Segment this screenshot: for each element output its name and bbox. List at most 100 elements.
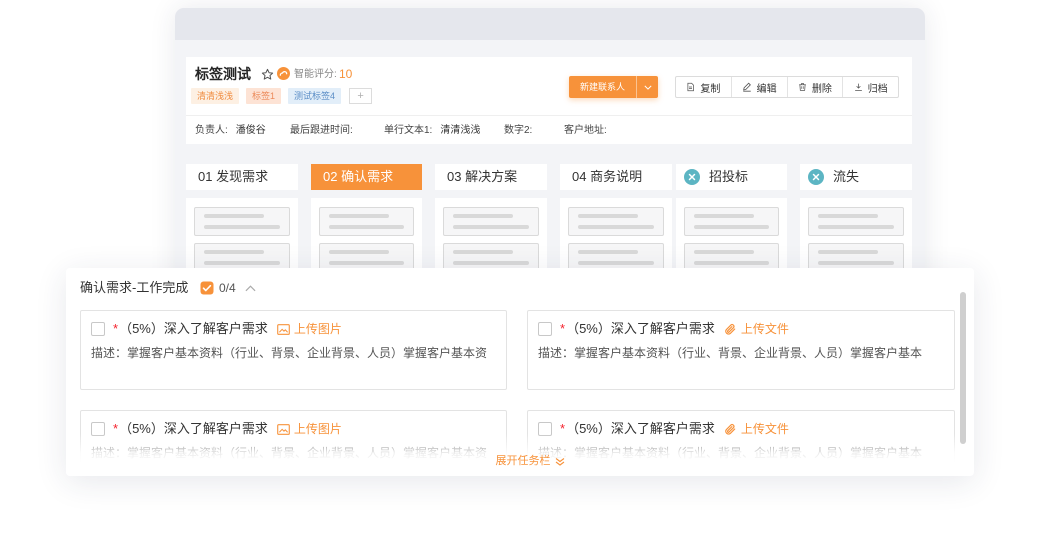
expand-task-bar-button[interactable]: 展开任务栏	[496, 453, 565, 469]
upload-file-link[interactable]: 上传文件	[724, 320, 789, 338]
tag[interactable]: 测试标签4	[288, 88, 342, 104]
edit-icon	[742, 82, 752, 92]
field-value: 潘俊谷	[235, 125, 266, 136]
stage-label: 招投标	[709, 169, 749, 184]
placeholder-line	[329, 250, 389, 254]
field-customer-address: 客户地址:	[564, 125, 607, 137]
task-checkbox[interactable]	[538, 322, 552, 336]
record-title: 标签测试	[195, 66, 251, 82]
upload-file-link[interactable]: 上传文件	[724, 420, 789, 438]
close-circle-icon	[808, 169, 824, 185]
placeholder-line	[329, 225, 405, 229]
field-value: 清清浅浅	[440, 125, 481, 136]
stage-tab[interactable]: 03 解决方案	[435, 164, 547, 190]
copy-label: 复制	[700, 83, 721, 95]
star-icon[interactable]	[261, 68, 274, 81]
field-label: 最后跟进时间:	[290, 125, 353, 136]
copy-button[interactable]: 复制	[676, 77, 731, 97]
placeholder-line	[578, 214, 639, 218]
placeholder-line	[818, 250, 879, 254]
placeholder-line	[818, 261, 895, 265]
placeholder-line	[818, 225, 895, 229]
upload-image-link[interactable]: 上传图片	[277, 320, 342, 338]
task-header: * （5%）深入了解客户需求 上传文件	[560, 320, 789, 338]
upload-label: 上传文件	[740, 322, 789, 336]
smart-score-label: 智能评分:	[294, 69, 337, 80]
paperclip-icon	[724, 323, 737, 336]
image-icon	[277, 323, 290, 335]
placeholder-line	[329, 214, 389, 218]
field-label: 数字2:	[504, 125, 533, 136]
expand-row: 展开任务栏	[76, 453, 974, 469]
record-header: 标签测试 智能评分: 10 清清浅浅 标签1 测试标签4 + 新建联系人 复制 …	[186, 57, 912, 144]
add-tag-button[interactable]: +	[349, 88, 373, 104]
field-single-line-text: 单行文本1: 清清浅浅	[384, 125, 480, 137]
placeholder-line	[453, 225, 530, 229]
placeholder-card	[443, 207, 539, 236]
paperclip-icon	[724, 423, 737, 436]
chevron-up-icon[interactable]	[245, 285, 256, 292]
task-checklist-icon	[200, 281, 214, 295]
stage-tab[interactable]: 01 发现需求	[186, 164, 298, 190]
new-contact-dropdown[interactable]	[636, 76, 658, 98]
tag[interactable]: 清清浅浅	[191, 88, 240, 104]
tag[interactable]: 标签1	[246, 88, 282, 104]
edit-button[interactable]: 编辑	[730, 77, 787, 97]
task-title: （5%）深入了解客户需求	[566, 421, 715, 436]
placeholder-line	[453, 214, 514, 218]
placeholder-card	[808, 207, 904, 236]
stage-tab-closed[interactable]: 招投标	[676, 164, 787, 190]
placeholder-line	[329, 261, 405, 265]
upload-image-link[interactable]: 上传图片	[277, 420, 342, 438]
screenshot-canvas: 标签测试 智能评分: 10 清清浅浅 标签1 测试标签4 + 新建联系人 复制 …	[0, 0, 1040, 542]
placeholder-card	[319, 207, 414, 236]
task-card: * （5%）深入了解客户需求 上传图片 描述：掌握客户基本资料（行业、背景、企业…	[80, 310, 507, 390]
task-header: * （5%）深入了解客户需求 上传图片	[113, 320, 342, 338]
field-last-follow-up: 最后跟进时间:	[290, 125, 353, 137]
field-label: 单行文本1:	[384, 125, 433, 136]
placeholder-line	[578, 261, 655, 265]
stage-label: 流失	[833, 169, 860, 184]
record-action-group: 复制 编辑 删除 归档	[675, 76, 899, 98]
delete-label: 删除	[811, 83, 832, 95]
copy-icon	[686, 82, 695, 92]
task-title: （5%）深入了解客户需求	[119, 321, 268, 336]
task-title: （5%）深入了解客户需求	[119, 421, 268, 436]
placeholder-card	[684, 207, 779, 236]
task-checkbox[interactable]	[91, 422, 105, 436]
placeholder-line	[694, 250, 754, 254]
image-icon	[277, 423, 290, 435]
field-label: 负责人:	[195, 125, 228, 136]
expand-label: 展开任务栏	[495, 455, 551, 467]
smart-score-value: 10	[339, 67, 353, 81]
stage-tab[interactable]: 02 确认需求	[311, 164, 422, 190]
task-description: 描述：掌握客户基本资料（行业、背景、企业背景、人员）掌握客户基本资	[91, 346, 488, 360]
task-checkbox[interactable]	[91, 322, 105, 336]
task-panel-scrollbar[interactable]	[960, 292, 966, 444]
new-contact-button[interactable]: 新建联系人	[569, 76, 658, 98]
placeholder-line	[578, 250, 639, 254]
task-header: * （5%）深入了解客户需求 上传文件	[560, 420, 789, 438]
placeholder-line	[694, 261, 770, 265]
edit-label: 编辑	[756, 83, 777, 95]
window-title-bar	[175, 8, 925, 40]
required-mark: *	[560, 321, 566, 336]
task-header: * （5%）深入了解客户需求 上传图片	[113, 420, 342, 438]
task-panel-title: 确认需求-工作完成	[80, 280, 189, 295]
stage-tab-closed[interactable]: 流失	[800, 164, 912, 190]
double-chevron-down-icon	[555, 457, 565, 466]
crm-record-window: 标签测试 智能评分: 10 清清浅浅 标签1 测试标签4 + 新建联系人 复制 …	[175, 8, 925, 298]
task-checkbox[interactable]	[538, 422, 552, 436]
new-contact-label: 新建联系人	[579, 82, 625, 92]
stage-tab[interactable]: 04 商务说明	[560, 164, 672, 190]
placeholder-line	[204, 261, 281, 265]
archive-button[interactable]: 归档	[842, 77, 898, 97]
required-mark: *	[560, 421, 566, 436]
upload-label: 上传图片	[293, 422, 342, 436]
smart-score-icon	[277, 67, 290, 80]
placeholder-card	[568, 207, 664, 236]
task-card: * （5%）深入了解客户需求 上传文件 描述：掌握客户基本资料（行业、背景、企业…	[527, 310, 955, 390]
delete-button[interactable]: 删除	[786, 77, 843, 97]
placeholder-line	[453, 261, 530, 265]
upload-label: 上传图片	[293, 322, 342, 336]
